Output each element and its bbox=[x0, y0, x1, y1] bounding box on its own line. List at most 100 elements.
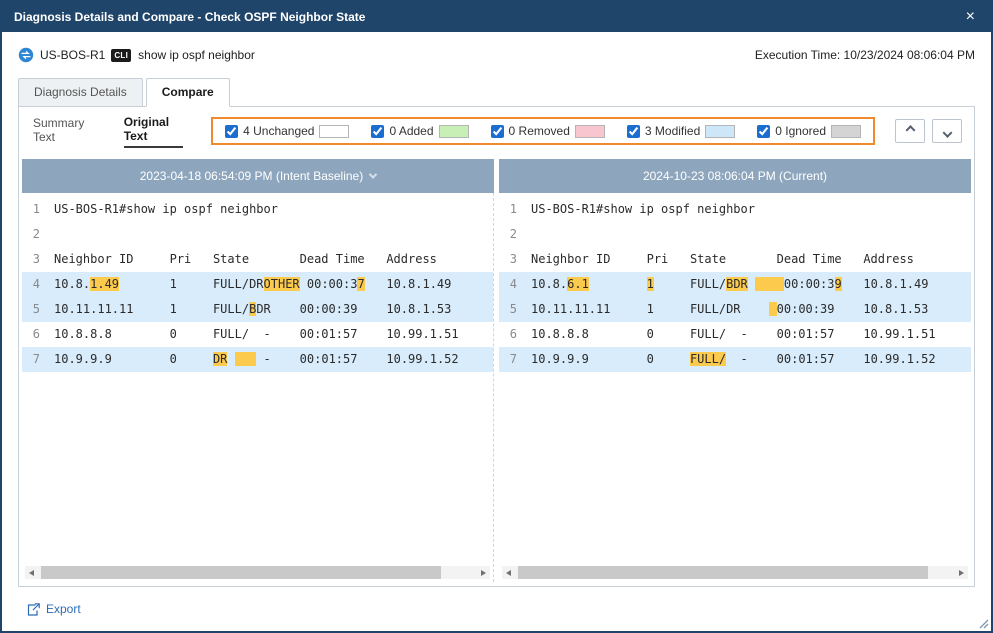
diff-line-4: 410.8.1.49 1 FULL/DROTHER 00:00:37 10.8.… bbox=[22, 272, 493, 297]
command-text: show ip ospf neighbor bbox=[138, 48, 255, 62]
removed-checkbox[interactable] bbox=[491, 125, 504, 138]
compare-toolbar: Summary Text Original Text 4 Unchanged 0… bbox=[19, 107, 974, 151]
cli-badge: CLI bbox=[111, 49, 131, 62]
unchanged-label: 4 Unchanged bbox=[243, 124, 314, 138]
modified-label: 3 Modified bbox=[645, 124, 700, 138]
line-number: 5 bbox=[499, 297, 531, 322]
export-label: Export bbox=[46, 602, 81, 616]
line-text: 10.11.11.11 1 FULL/BDR 00:00:39 10.8.1.5… bbox=[54, 297, 451, 322]
diff-line-1: 1US-BOS-R1#show ip ospf neighbor bbox=[22, 197, 493, 222]
line-number: 2 bbox=[499, 222, 531, 247]
dialog-footer: Export bbox=[2, 587, 991, 631]
diff-line-4: 410.8.6.1 1 FULL/BDR 00:00:39 10.8.1.49 bbox=[499, 272, 971, 297]
modified-swatch bbox=[705, 125, 735, 138]
legend-item-added[interactable]: 0 Added bbox=[371, 124, 468, 138]
scroll-right-icon[interactable] bbox=[477, 566, 490, 579]
next-diff-button[interactable] bbox=[932, 119, 962, 143]
line-text: Neighbor ID Pri State Dead Time Address bbox=[531, 247, 914, 272]
legend-item-ignored[interactable]: 0 Ignored bbox=[757, 124, 861, 138]
diagnosis-compare-dialog: Diagnosis Details and Compare - Check OS… bbox=[0, 0, 993, 633]
baseline-column: 2023-04-18 06:54:09 PM (Intent Baseline)… bbox=[22, 159, 494, 582]
current-column: 2024-10-23 08:06:04 PM (Current) 1US-BOS… bbox=[499, 159, 971, 582]
device-name: US-BOS-R1 bbox=[40, 48, 105, 62]
line-number: 7 bbox=[22, 347, 54, 372]
removed-swatch bbox=[575, 125, 605, 138]
diff-line-3: 3Neighbor ID Pri State Dead Time Address bbox=[499, 247, 971, 272]
added-swatch bbox=[439, 125, 469, 138]
chevron-up-icon bbox=[905, 125, 915, 135]
diff-highlight: 9 bbox=[835, 277, 842, 291]
dropdown-caret-icon[interactable] bbox=[369, 170, 377, 178]
line-number: 5 bbox=[22, 297, 54, 322]
line-text: 10.8.1.49 1 FULL/DROTHER 00:00:37 10.8.1… bbox=[54, 272, 451, 297]
legend-item-unchanged[interactable]: 4 Unchanged bbox=[225, 124, 349, 138]
baseline-column-header[interactable]: 2023-04-18 06:54:09 PM (Intent Baseline) bbox=[22, 159, 494, 193]
diff-left-body: 1US-BOS-R1#show ip ospf neighbor23Neighb… bbox=[22, 193, 493, 562]
baseline-scrollbar-thumb[interactable] bbox=[41, 566, 441, 579]
added-checkbox[interactable] bbox=[371, 125, 384, 138]
unchanged-swatch bbox=[319, 125, 349, 138]
tab-bar: Diagnosis Details Compare bbox=[18, 78, 975, 107]
diff-highlight bbox=[769, 302, 776, 316]
baseline-header-label: 2023-04-18 06:54:09 PM (Intent Baseline) bbox=[140, 169, 363, 183]
unchanged-checkbox[interactable] bbox=[225, 125, 238, 138]
export-button[interactable]: Export bbox=[26, 602, 81, 617]
line-number: 6 bbox=[22, 322, 54, 347]
device-row: US-BOS-R1 CLI show ip ospf neighbor Exec… bbox=[18, 44, 975, 66]
legend-item-modified[interactable]: 3 Modified bbox=[627, 124, 735, 138]
line-number: 1 bbox=[22, 197, 54, 222]
line-text: US-BOS-R1#show ip ospf neighbor bbox=[531, 197, 755, 222]
diff-highlight: DR bbox=[213, 352, 227, 366]
diff-highlight: OTHER bbox=[264, 277, 300, 291]
compare-panel: Summary Text Original Text 4 Unchanged 0… bbox=[18, 106, 975, 587]
dialog-titlebar: Diagnosis Details and Compare - Check OS… bbox=[2, 2, 991, 32]
view-mode-summary-text[interactable]: Summary Text bbox=[33, 116, 96, 147]
diff-line-2: 2 bbox=[499, 222, 971, 247]
tab-diagnosis-details[interactable]: Diagnosis Details bbox=[18, 78, 143, 107]
line-text: 10.11.11.11 1 FULL/DR 00:00:39 10.8.1.53 bbox=[531, 297, 928, 322]
ignored-checkbox[interactable] bbox=[757, 125, 770, 138]
diff-highlight: 1.49 bbox=[90, 277, 119, 291]
diff-highlight bbox=[755, 277, 784, 291]
scroll-left-icon[interactable] bbox=[25, 566, 38, 579]
ignored-swatch bbox=[831, 125, 861, 138]
close-icon[interactable]: × bbox=[962, 7, 979, 27]
current-header-label: 2024-10-23 08:06:04 PM (Current) bbox=[643, 169, 827, 183]
line-text: 10.8.8.8 0 FULL/ - 00:01:57 10.99.1.51 bbox=[54, 322, 459, 347]
tab-compare[interactable]: Compare bbox=[146, 78, 230, 107]
diff-line-6: 610.8.8.8 0 FULL/ - 00:01:57 10.99.1.51 bbox=[499, 322, 971, 347]
diff-legend: 4 Unchanged 0 Added 0 Removed 3 Modified bbox=[211, 117, 875, 145]
line-number: 4 bbox=[499, 272, 531, 297]
modified-checkbox[interactable] bbox=[627, 125, 640, 138]
baseline-horizontal-scrollbar[interactable] bbox=[25, 566, 490, 579]
scroll-right-icon[interactable] bbox=[955, 566, 968, 579]
diff-view: 2023-04-18 06:54:09 PM (Intent Baseline)… bbox=[19, 151, 974, 586]
line-number: 4 bbox=[22, 272, 54, 297]
diff-line-5: 510.11.11.11 1 FULL/DR 00:00:39 10.8.1.5… bbox=[499, 297, 971, 322]
line-number: 3 bbox=[22, 247, 54, 272]
device-icon bbox=[18, 47, 34, 63]
line-number: 6 bbox=[499, 322, 531, 347]
current-scrollbar-thumb[interactable] bbox=[518, 566, 928, 579]
diff-highlight: 1 bbox=[647, 277, 654, 291]
current-column-header: 2024-10-23 08:06:04 PM (Current) bbox=[499, 159, 971, 193]
diff-highlight bbox=[235, 352, 257, 366]
resize-handle[interactable] bbox=[978, 618, 989, 629]
added-label: 0 Added bbox=[389, 124, 433, 138]
diff-line-3: 3Neighbor ID Pri State Dead Time Address bbox=[22, 247, 493, 272]
line-text: Neighbor ID Pri State Dead Time Address bbox=[54, 247, 437, 272]
scroll-left-icon[interactable] bbox=[502, 566, 515, 579]
view-mode-original-text[interactable]: Original Text bbox=[124, 115, 183, 148]
line-number: 2 bbox=[22, 222, 54, 247]
execution-time: Execution Time: 10/23/2024 08:06:04 PM bbox=[755, 48, 975, 62]
diff-line-1: 1US-BOS-R1#show ip ospf neighbor bbox=[499, 197, 971, 222]
line-text: 10.9.9.9 0 DR - 00:01:57 10.99.1.52 bbox=[54, 347, 459, 372]
current-horizontal-scrollbar[interactable] bbox=[502, 566, 968, 579]
ignored-label: 0 Ignored bbox=[775, 124, 826, 138]
line-number: 7 bbox=[499, 347, 531, 372]
chevron-down-icon bbox=[942, 127, 952, 137]
legend-item-removed[interactable]: 0 Removed bbox=[491, 124, 605, 138]
diff-highlight: FULL/ bbox=[690, 352, 726, 366]
previous-diff-button[interactable] bbox=[895, 119, 925, 143]
diff-highlight: BDR bbox=[726, 277, 748, 291]
